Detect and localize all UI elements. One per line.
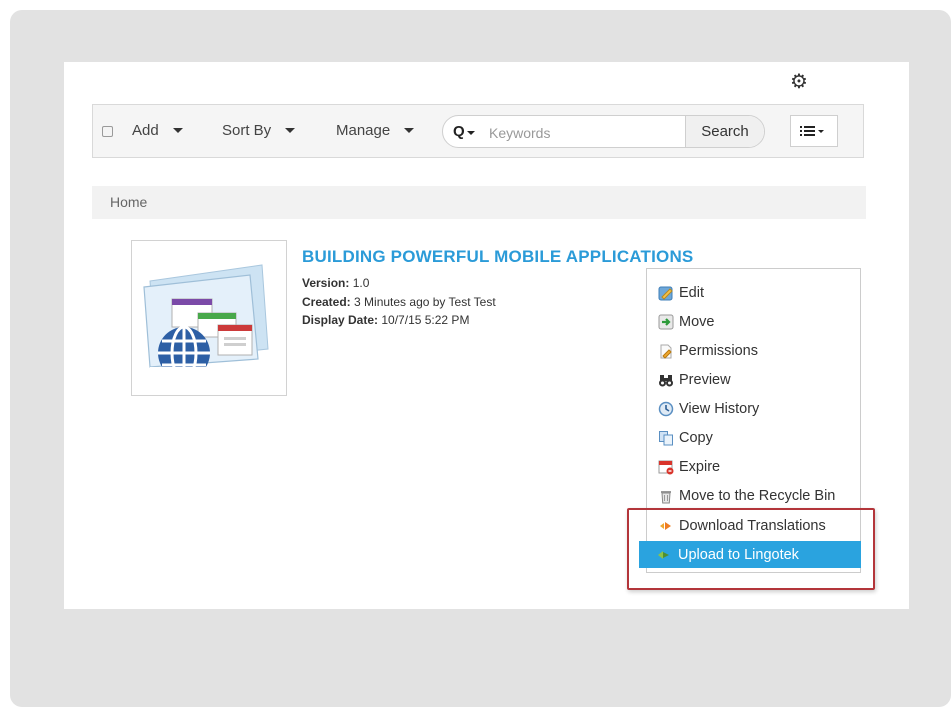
content-panel: ⚙ Add Sort By Manage Q Search	[64, 62, 909, 609]
download-translations-icon	[658, 518, 674, 534]
select-all-checkbox[interactable]	[102, 126, 113, 137]
search-group: Q Search	[442, 115, 765, 148]
upload-lingotek-icon	[657, 547, 673, 563]
search-button[interactable]: Search	[685, 116, 764, 147]
search-options-dropdown[interactable]: Q	[453, 123, 475, 140]
binoculars-icon	[658, 372, 674, 388]
menu-item-permissions[interactable]: Permissions	[652, 337, 862, 364]
manage-menu[interactable]: Manage	[336, 122, 415, 139]
chevron-down-icon	[285, 128, 296, 133]
list-view-icon	[800, 126, 815, 136]
history-icon	[658, 401, 674, 417]
sort-by-menu-label: Sort By	[222, 122, 272, 139]
content-thumbnail[interactable]	[131, 240, 287, 396]
menu-item-label: Edit	[679, 284, 704, 301]
sort-by-menu[interactable]: Sort By	[222, 122, 296, 139]
edit-icon	[658, 285, 674, 301]
trash-icon	[658, 488, 674, 504]
created-label: Created:	[302, 295, 351, 309]
display-date-value: 10/7/15 5:22 PM	[381, 313, 470, 327]
menu-item-move[interactable]: Move	[652, 308, 862, 335]
menu-item-copy[interactable]: Copy	[652, 424, 862, 451]
menu-item-label: Move	[679, 313, 715, 330]
menu-item-label: Expire	[679, 458, 721, 475]
copy-icon	[658, 430, 674, 446]
chevron-down-icon	[818, 129, 824, 133]
breadcrumb-home-link[interactable]: Home	[110, 194, 147, 210]
menu-item-recycle-bin[interactable]: Move to the Recycle Bin	[652, 482, 866, 509]
menu-item-label: Copy	[679, 429, 713, 446]
item-created: Created: 3 Minutes ago by Test Test	[302, 295, 496, 309]
calendar-icon	[658, 459, 674, 475]
move-icon	[658, 314, 674, 330]
chevron-down-icon	[172, 128, 183, 133]
menu-item-label: View History	[679, 400, 760, 417]
menu-item-label: Preview	[679, 371, 731, 388]
menu-item-edit[interactable]: Edit	[652, 279, 862, 306]
menu-item-upload-to-lingotek[interactable]: Upload to Lingotek	[639, 541, 861, 568]
menu-item-label: Download Translations	[679, 517, 826, 534]
manage-menu-label: Manage	[336, 122, 391, 139]
menu-item-expire[interactable]: Expire	[652, 453, 862, 480]
add-menu-label: Add	[132, 122, 159, 139]
item-version: Version: 1.0	[302, 276, 369, 290]
search-input[interactable]	[487, 121, 681, 144]
menu-item-preview[interactable]: Preview	[652, 366, 862, 393]
permissions-icon	[658, 343, 674, 359]
menu-item-view-history[interactable]: View History	[652, 395, 862, 422]
version-value: 1.0	[352, 276, 370, 290]
created-value: 3 Minutes ago by Test Test	[354, 295, 496, 309]
settings-gear-icon[interactable]: ⚙	[788, 70, 810, 93]
chevron-down-icon	[404, 128, 415, 133]
version-label: Version:	[302, 276, 350, 290]
menu-item-download-translations[interactable]: Download Translations	[652, 512, 862, 539]
display-date-label: Display Date:	[302, 313, 379, 327]
web-content-icon	[143, 264, 269, 395]
toolbar: Add Sort By Manage Q Search	[92, 104, 864, 158]
breadcrumb: Home	[92, 186, 866, 219]
menu-item-label: Upload to Lingotek	[678, 546, 799, 563]
menu-item-label: Move to the Recycle Bin	[679, 487, 836, 504]
item-display-date: Display Date: 10/7/15 5:22 PM	[302, 313, 469, 327]
view-mode-button[interactable]	[790, 115, 838, 147]
item-title-link[interactable]: BUILDING POWERFUL MOBILE APPLICATIONS	[302, 247, 693, 267]
chevron-down-icon	[466, 130, 475, 135]
add-menu[interactable]: Add	[132, 122, 183, 139]
search-icon: Q	[453, 123, 465, 140]
menu-item-label: Permissions	[679, 342, 758, 359]
